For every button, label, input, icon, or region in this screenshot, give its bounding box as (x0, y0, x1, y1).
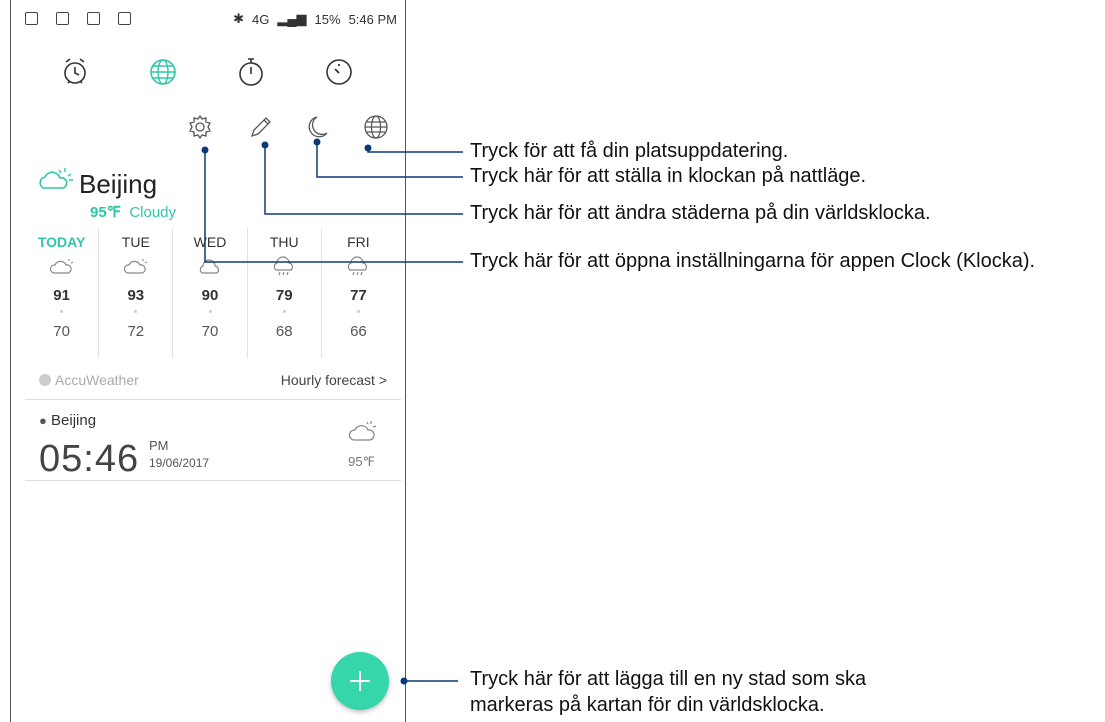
clock-label: 5:46 PM (348, 11, 397, 27)
cloudy-sun-icon (349, 421, 377, 441)
day-name: TUE (121, 234, 150, 250)
day-dot (282, 310, 286, 313)
day-dot (134, 310, 138, 313)
forecast-day: FRI 77 66 (322, 228, 395, 358)
day-high: 91 (53, 287, 70, 304)
night-mode-button[interactable] (303, 112, 333, 142)
day-name: WED (193, 234, 227, 250)
cloudy-sun-icon (39, 168, 73, 189)
day-high: 93 (127, 287, 145, 304)
world-clock-ampm: PM (149, 438, 169, 453)
tab-stopwatch[interactable] (233, 54, 269, 90)
day-low: 66 (350, 323, 367, 340)
gallery-icon (56, 12, 69, 25)
cloudy-sun-icon (123, 259, 148, 274)
day-low: 70 (53, 323, 70, 340)
weather-condition: 95℉ Cloudy (90, 203, 176, 221)
callout-location-update: Tryck för att få din platsuppdatering. (470, 140, 789, 162)
rain-cloud-icon (273, 256, 294, 276)
day-low: 68 (275, 323, 293, 340)
message-icon (87, 12, 100, 25)
callout-add-city-line1: Tryck här för att lägga till en ny stad … (470, 668, 867, 690)
forecast-strip: TODAY 91 70 TUE 93 72 WED 90 70 THU 79 6… (25, 228, 395, 358)
day-high: 79 (275, 287, 293, 304)
rain-cloud-icon (348, 256, 368, 276)
hourly-forecast-link[interactable]: Hourly forecast > (281, 372, 387, 388)
settings-button[interactable] (185, 112, 215, 142)
callout-night-mode: Tryck här för att ställa in klockan på n… (470, 165, 867, 187)
divider (25, 399, 401, 400)
location-update-button[interactable] (361, 112, 391, 142)
tab-timer[interactable] (321, 54, 357, 90)
day-dot (356, 310, 360, 313)
provider-label: AccuWeather (55, 372, 139, 388)
forecast-day: TUE 93 72 (99, 228, 174, 358)
night-mode-icon (308, 116, 328, 138)
globe-icon (364, 115, 388, 139)
world-clock-city[interactable]: ● Beijing (39, 412, 96, 429)
day-high: 90 (201, 287, 219, 304)
forecast-day: TODAY 91 70 (25, 228, 100, 358)
day-dot (60, 310, 64, 313)
day-name: TODAY (37, 234, 86, 250)
add-city-button[interactable] (331, 652, 389, 710)
location-pin-icon: ● (39, 413, 47, 428)
day-low: 70 (201, 323, 219, 340)
bluetooth-icon: ✱ (233, 11, 244, 26)
weather-city: Beijing (79, 169, 158, 199)
world-clock-city-label: Beijing (51, 412, 97, 429)
sd-card-icon (118, 12, 131, 25)
cast-icon (25, 12, 38, 25)
clock-tabs (11, 54, 405, 94)
stopwatch-icon (239, 58, 263, 86)
settings-icon (189, 114, 211, 140)
day-low: 72 (127, 323, 145, 340)
world-clock-date: 19/06/2017 (149, 456, 210, 470)
signal-icon: ▂▄▆ (277, 11, 307, 26)
globe-icon (150, 59, 176, 85)
tab-alarm[interactable] (57, 54, 93, 90)
system-status: ✱ 4G ▂▄▆ 15% 5:46 PM (233, 11, 397, 27)
forecast-day: WED 90 70 (173, 228, 248, 358)
sun-icon (39, 374, 51, 386)
edit-cities-button[interactable] (245, 112, 275, 142)
phone-screen: ✱ 4G ▂▄▆ 15% 5:46 PM Beijing 95℉ Cloudy … (10, 0, 406, 722)
condition-text: Cloudy (129, 204, 177, 221)
cloudy-sun-icon (49, 259, 73, 274)
alarm-icon (64, 58, 86, 84)
network-label: 4G (251, 11, 270, 27)
notification-icons (25, 12, 131, 25)
weather-provider[interactable]: AccuWeather (39, 372, 139, 388)
plus-icon (359, 671, 361, 691)
tab-world-clock[interactable] (145, 54, 181, 90)
timer-icon (326, 59, 352, 85)
world-clock-time: 05:46 (39, 438, 140, 480)
battery-label: 15% (314, 11, 341, 27)
current-temp: 95℉ (90, 204, 121, 221)
callout-settings: Tryck här för att öppna inställningarna … (470, 250, 1036, 272)
status-bar: ✱ 4G ▂▄▆ 15% 5:46 PM (11, 0, 405, 40)
day-name: FRI (347, 234, 370, 250)
day-dot (208, 310, 212, 313)
divider (25, 480, 401, 481)
edit-icon (250, 117, 271, 138)
world-clock-temp: 95℉ (348, 454, 375, 469)
callout-add-city-line2: markeras på kartan för din världsklocka. (470, 694, 825, 716)
cloud-icon (199, 259, 219, 274)
day-high: 77 (350, 287, 367, 304)
day-name: THU (269, 234, 299, 250)
forecast-day: THU 79 68 (248, 228, 322, 358)
callout-edit-cities: Tryck här för att ändra städerna på din … (470, 202, 931, 224)
